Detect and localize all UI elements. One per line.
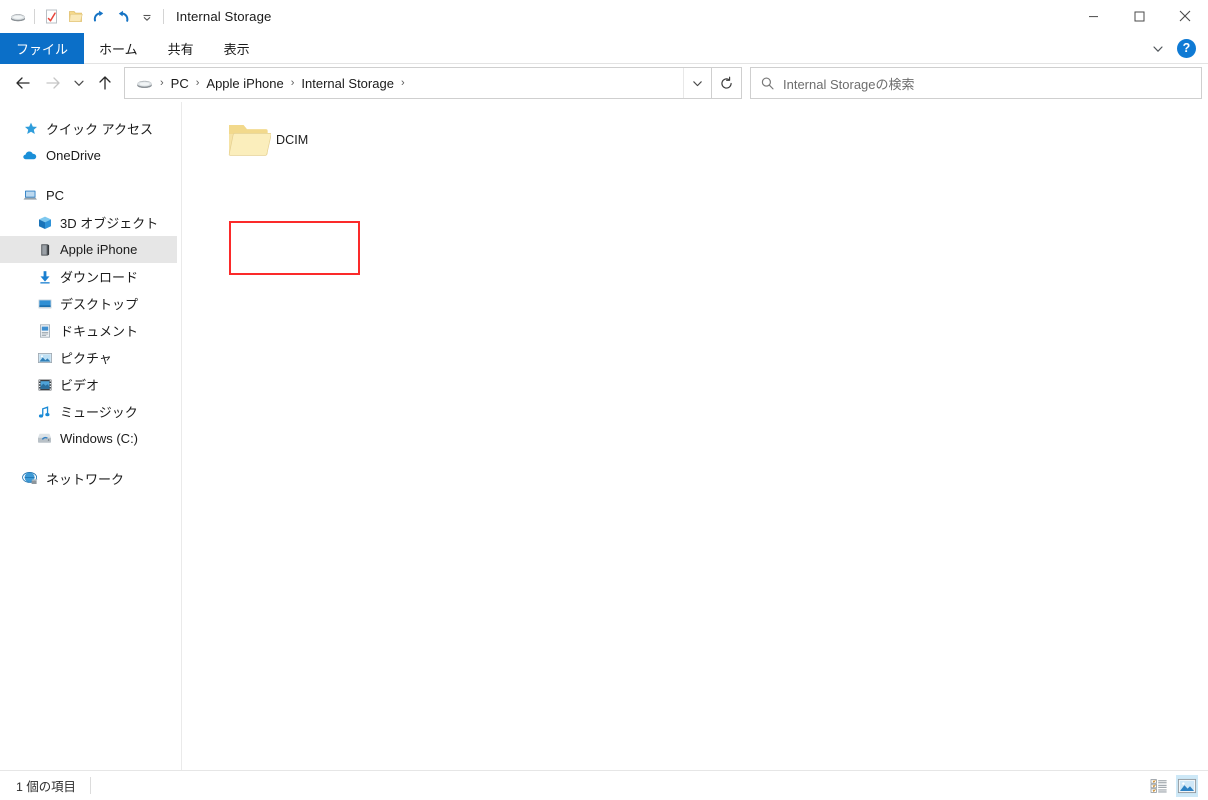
forward-button[interactable]	[38, 68, 68, 98]
view-mode-buttons	[1148, 771, 1198, 800]
sidebar-item-pictures[interactable]: ピクチャ	[0, 344, 181, 371]
details-view-icon[interactable]	[1148, 775, 1170, 797]
sidebar-item-label: Windows (C:)	[60, 431, 139, 446]
properties-icon[interactable]	[39, 5, 63, 29]
search-icon	[751, 68, 783, 98]
sidebar-item-label: PC	[46, 188, 65, 203]
breadcrumb-item-apple-iphone[interactable]: Apple iPhone	[202, 76, 287, 91]
minimize-button[interactable]	[1070, 0, 1116, 32]
music-icon	[36, 403, 53, 420]
sidebar-item-desktop[interactable]: デスクトップ	[0, 290, 181, 317]
documents-icon	[36, 322, 53, 339]
navigation-pane: クイック アクセス OneDrive PC 3D オブジェクト Apple iP…	[0, 102, 182, 770]
quick-access-toolbar: Internal Storage	[0, 0, 271, 33]
sidebar-item-onedrive[interactable]: OneDrive	[0, 142, 181, 169]
sidebar-item-label: OneDrive	[46, 148, 101, 163]
search-input[interactable]: Internal Storageの検索	[750, 67, 1202, 99]
sidebar-item-apple-iphone[interactable]: Apple iPhone	[0, 236, 177, 263]
sidebar-item-label: ダウンロード	[60, 270, 139, 285]
sidebar-item-music[interactable]: ミュージック	[0, 398, 181, 425]
sidebar-item-network[interactable]: ネットワーク	[0, 465, 181, 492]
sidebar-item-videos[interactable]: ビデオ	[0, 371, 181, 398]
address-dropdown-chevron-down-icon[interactable]	[683, 68, 711, 98]
explorer-body: クイック アクセス OneDrive PC 3D オブジェクト Apple iP…	[0, 102, 1208, 770]
drive-icon[interactable]	[6, 5, 30, 29]
help-icon[interactable]: ?	[1177, 39, 1196, 58]
sidebar-item-documents[interactable]: ドキュメント	[0, 317, 181, 344]
refresh-icon[interactable]	[712, 67, 742, 99]
pictures-icon	[36, 349, 53, 366]
breadcrumb-separator: ›	[160, 77, 164, 89]
maximize-button[interactable]	[1116, 0, 1162, 32]
undo-icon[interactable]	[111, 5, 135, 29]
sidebar-item-label: 3D オブジェクト	[60, 216, 159, 231]
sidebar-item-label: ドキュメント	[60, 324, 139, 339]
breadcrumb-drive-icon[interactable]	[133, 74, 157, 93]
tab-view[interactable]: 表示	[209, 33, 265, 64]
network-icon	[22, 470, 39, 487]
breadcrumb-item-internal-storage[interactable]: Internal Storage	[297, 76, 398, 91]
harddrive-icon	[36, 430, 53, 447]
expand-ribbon-chevron-down-icon[interactable]	[1145, 36, 1171, 62]
up-button[interactable]	[90, 68, 120, 98]
desktop-icon	[36, 295, 53, 312]
folder-icon	[226, 120, 272, 160]
sidebar-item-3d-objects[interactable]: 3D オブジェクト	[0, 209, 181, 236]
recent-locations-chevron-down-icon[interactable]	[68, 68, 90, 98]
sidebar-item-quick-access[interactable]: クイック アクセス	[0, 115, 181, 142]
close-button[interactable]	[1162, 0, 1208, 32]
file-list-pane[interactable]: DCIM	[182, 102, 1208, 770]
file-item-label: DCIM	[276, 133, 309, 147]
videos-icon	[36, 376, 53, 393]
customize-chevron-icon[interactable]	[135, 5, 159, 29]
cube-icon	[36, 214, 53, 231]
sidebar-item-label: クイック アクセス	[46, 122, 153, 137]
download-icon	[36, 268, 53, 285]
breadcrumb-separator: ›	[195, 77, 200, 89]
navigation-bar: › PC › Apple iPhone › Internal Storage ›	[0, 64, 1208, 102]
breadcrumb-separator: ›	[290, 77, 295, 89]
sidebar-item-label: デスクトップ	[60, 297, 139, 312]
window-title: Internal Storage	[176, 9, 272, 24]
pc-icon	[22, 187, 39, 204]
status-separator	[89, 777, 91, 794]
star-icon	[22, 120, 39, 137]
sidebar-item-downloads[interactable]: ダウンロード	[0, 263, 181, 290]
phone-device-icon	[36, 241, 53, 258]
sidebar-item-label: ピクチャ	[60, 351, 112, 366]
sidebar-item-label: ミュージック	[60, 405, 138, 420]
item-count-label: 1 個の項目	[16, 779, 76, 794]
tab-home[interactable]: ホーム	[84, 33, 153, 64]
breadcrumb: › PC › Apple iPhone › Internal Storage ›	[125, 74, 683, 93]
title-bar: Internal Storage	[0, 0, 1208, 33]
sidebar-item-label: Apple iPhone	[60, 242, 138, 257]
breadcrumb-separator: ›	[400, 77, 405, 89]
ribbon-controls: ?	[1145, 33, 1202, 64]
redo-icon[interactable]	[87, 5, 111, 29]
new-folder-icon[interactable]	[63, 5, 87, 29]
file-explorer-window: Internal Storage ファイル ホーム 共有 表示 ? › PC ›…	[0, 0, 1208, 800]
ribbon-tab-bar: ファイル ホーム 共有 表示 ?	[0, 33, 1208, 64]
toolbar-separator-1	[34, 9, 35, 24]
file-item-dcim[interactable]: DCIM	[222, 114, 353, 166]
tab-share[interactable]: 共有	[153, 33, 209, 64]
back-button[interactable]	[8, 68, 38, 98]
breadcrumb-item-pc[interactable]: PC	[167, 76, 193, 91]
sidebar-item-label: ビデオ	[60, 378, 100, 393]
cloud-icon	[22, 147, 39, 164]
sidebar-item-windows-c[interactable]: Windows (C:)	[0, 425, 181, 452]
search-placeholder: Internal Storageの検索	[783, 76, 915, 92]
sidebar-item-pc[interactable]: PC	[0, 182, 181, 209]
tab-file[interactable]: ファイル	[0, 33, 85, 64]
address-bar[interactable]: › PC › Apple iPhone › Internal Storage ›	[124, 67, 712, 99]
toolbar-separator-2	[163, 9, 164, 24]
large-icons-view-icon[interactable]	[1176, 775, 1198, 797]
window-controls	[1070, 0, 1208, 32]
status-bar: 1 個の項目	[0, 770, 1208, 800]
sidebar-item-label: ネットワーク	[46, 472, 125, 487]
